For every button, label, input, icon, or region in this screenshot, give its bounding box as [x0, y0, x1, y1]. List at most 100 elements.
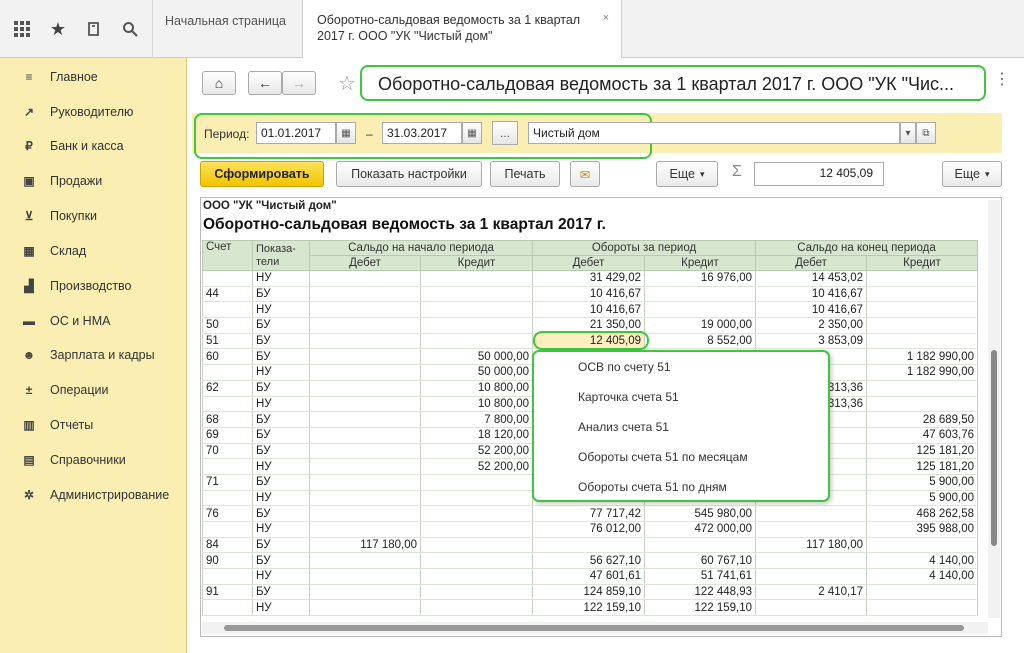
table-cell[interactable]: 472 000,00: [644, 521, 756, 538]
table-cell[interactable]: [420, 333, 533, 350]
more-button-2[interactable]: Еще ▾: [942, 161, 1002, 187]
close-tab-icon[interactable]: ×: [603, 10, 609, 26]
table-cell[interactable]: 122 448,93: [644, 584, 756, 601]
print-button[interactable]: Печать: [490, 161, 560, 187]
table-cell[interactable]: 52 200,00: [420, 458, 533, 475]
table-cell[interactable]: 91: [202, 584, 253, 601]
table-cell[interactable]: [866, 537, 978, 554]
table-cell[interactable]: [420, 537, 533, 554]
table-cell[interactable]: [202, 396, 253, 413]
table-cell[interactable]: 8 552,00: [644, 333, 756, 350]
table-cell[interactable]: [420, 599, 533, 617]
table-cell[interactable]: 468 262,58: [866, 505, 978, 522]
apps-grid-icon[interactable]: [4, 0, 40, 58]
table-row[interactable]: НУ 10 416,67 10 416,67: [202, 301, 978, 319]
table-cell[interactable]: [644, 537, 756, 554]
table-cell[interactable]: БУ: [252, 380, 310, 397]
table-cell[interactable]: 1 182 990,00: [866, 364, 978, 381]
table-cell[interactable]: НУ: [252, 364, 310, 381]
table-cell[interactable]: [309, 505, 421, 522]
table-cell[interactable]: 1 182 990,00: [866, 348, 978, 366]
sidebar-item-admin[interactable]: ✲ Администрирование: [0, 478, 187, 512]
table-cell[interactable]: [309, 521, 421, 538]
table-cell[interactable]: 5 900,00: [866, 490, 978, 507]
table-cell[interactable]: 50: [202, 317, 253, 334]
table-cell[interactable]: НУ: [252, 396, 310, 413]
table-cell[interactable]: [202, 270, 253, 287]
table-cell[interactable]: БУ: [252, 286, 310, 303]
table-cell[interactable]: 117 180,00: [755, 537, 867, 554]
organization-field[interactable]: Чистый дом: [528, 122, 900, 144]
table-cell[interactable]: 31 429,02: [532, 270, 645, 287]
table-cell[interactable]: 7 800,00: [420, 411, 533, 428]
menu-item-monthly-51[interactable]: Обороты счета 51 по месяцам: [578, 450, 748, 464]
table-cell[interactable]: 545 980,00: [644, 505, 756, 522]
star-icon[interactable]: ★: [40, 0, 76, 58]
table-cell[interactable]: 44: [202, 286, 253, 303]
table-cell[interactable]: 125 181,20: [866, 458, 978, 475]
table-cell[interactable]: [202, 301, 253, 319]
table-cell[interactable]: БУ: [252, 443, 310, 460]
show-settings-button[interactable]: Показать настройки: [336, 161, 482, 187]
table-cell[interactable]: 70: [202, 443, 253, 460]
table-cell[interactable]: 3 853,09: [755, 333, 867, 350]
table-cell[interactable]: [866, 584, 978, 601]
horizontal-scroll-thumb[interactable]: [224, 625, 964, 631]
table-cell[interactable]: 10 416,67: [532, 286, 645, 303]
more-button[interactable]: Еще ▾: [656, 161, 718, 187]
table-row[interactable]: 84 БУ 117 180,00 117 180,00: [202, 537, 978, 554]
table-cell[interactable]: 2 410,17: [755, 584, 867, 601]
table-cell[interactable]: 60: [202, 348, 253, 366]
table-cell[interactable]: [866, 396, 978, 413]
table-cell[interactable]: [309, 458, 421, 475]
vertical-scrollbar[interactable]: [988, 200, 1000, 618]
table-cell[interactable]: БУ: [252, 348, 310, 366]
table-cell[interactable]: [420, 301, 533, 319]
table-cell[interactable]: [309, 286, 421, 303]
table-row[interactable]: 91 БУ 124 859,10 122 448,93 2 410,17: [202, 584, 978, 601]
table-cell[interactable]: НУ: [252, 458, 310, 475]
table-cell[interactable]: 10 416,67: [755, 301, 867, 319]
vertical-scroll-thumb[interactable]: [991, 350, 997, 546]
search-icon[interactable]: [112, 0, 148, 58]
table-cell[interactable]: [309, 584, 421, 601]
sidebar-item-operations[interactable]: ± Операции: [0, 373, 187, 407]
table-cell[interactable]: [866, 301, 978, 319]
table-cell[interactable]: [866, 333, 978, 350]
table-cell[interactable]: НУ: [252, 270, 310, 287]
send-email-button[interactable]: ✉: [570, 161, 600, 187]
table-cell[interactable]: НУ: [252, 301, 310, 319]
sidebar-item-bank[interactable]: ₽ Банк и касса: [0, 129, 187, 163]
table-cell[interactable]: [755, 505, 867, 522]
table-row[interactable]: 76 БУ 77 717,42 545 980,00 468 262,58: [202, 505, 978, 522]
org-dropdown-icon[interactable]: ▾: [900, 122, 916, 144]
table-cell[interactable]: [202, 521, 253, 538]
table-cell[interactable]: 68: [202, 411, 253, 428]
table-cell[interactable]: [420, 568, 533, 585]
table-cell[interactable]: 62: [202, 380, 253, 397]
table-cell[interactable]: НУ: [252, 599, 310, 617]
period-select-button[interactable]: ...: [492, 121, 518, 145]
table-cell[interactable]: 18 120,00: [420, 427, 533, 444]
table-cell[interactable]: 56 627,10: [532, 552, 645, 570]
table-cell[interactable]: БУ: [252, 505, 310, 522]
table-cell[interactable]: 2 350,00: [755, 317, 867, 334]
table-cell[interactable]: [202, 490, 253, 507]
table-cell[interactable]: 52 200,00: [420, 443, 533, 460]
table-cell[interactable]: 50 000,00: [420, 348, 533, 366]
table-row[interactable]: НУ 47 601,61 51 741,61 4 140,00: [202, 568, 978, 585]
table-cell[interactable]: 77 717,42: [532, 505, 645, 522]
table-cell[interactable]: БУ: [252, 537, 310, 554]
period-to-input[interactable]: 31.03.2017: [382, 122, 462, 144]
table-cell[interactable]: [309, 317, 421, 334]
table-row[interactable]: 44 БУ 10 416,67 10 416,67: [202, 286, 978, 303]
table-row[interactable]: 90 БУ 56 627,10 60 767,10 4 140,00: [202, 552, 978, 570]
table-cell[interactable]: 51 741,61: [644, 568, 756, 585]
table-cell[interactable]: [309, 443, 421, 460]
table-cell[interactable]: 60 767,10: [644, 552, 756, 570]
table-cell[interactable]: [309, 427, 421, 444]
table-cell[interactable]: БУ: [252, 584, 310, 601]
table-cell[interactable]: [202, 364, 253, 381]
table-cell[interactable]: [420, 490, 533, 507]
table-cell[interactable]: НУ: [252, 521, 310, 538]
